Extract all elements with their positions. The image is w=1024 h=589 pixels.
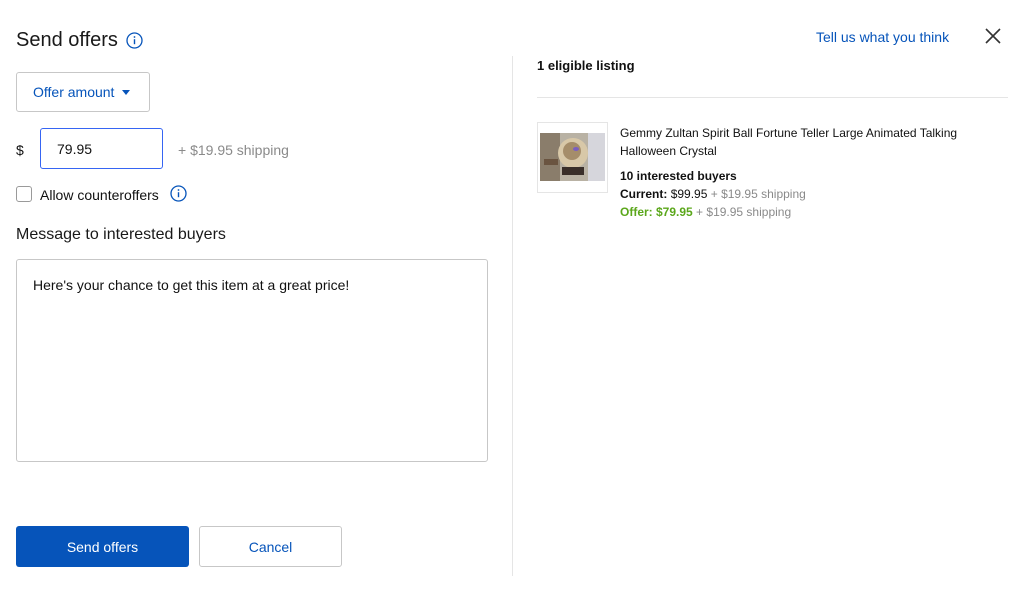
- offer-amount-input[interactable]: [40, 128, 163, 169]
- dialog-title-text: Send offers: [16, 29, 118, 51]
- send-offers-button[interactable]: Send offers: [16, 526, 189, 567]
- listing-title[interactable]: Gemmy Zultan Spirit Ball Fortune Teller …: [620, 124, 990, 160]
- offer-price-label: Offer: $79.95: [620, 205, 693, 219]
- listing-image: [538, 123, 607, 192]
- interested-buyers: 10 interested buyers: [620, 169, 737, 183]
- feedback-link[interactable]: Tell us what you think: [816, 29, 949, 45]
- offer-shipping: + $19.95 shipping: [696, 205, 792, 219]
- allow-counteroffers-checkbox[interactable]: [16, 186, 32, 202]
- counteroffers-info-icon[interactable]: [170, 185, 187, 202]
- info-icon[interactable]: [126, 32, 143, 49]
- close-button[interactable]: [983, 26, 1003, 46]
- allow-counteroffers-label[interactable]: Allow counteroffers: [40, 187, 159, 203]
- message-heading: Message to interested buyers: [16, 226, 226, 243]
- caret-down-icon: [122, 89, 131, 95]
- offer-type-label: Offer amount: [33, 84, 115, 100]
- current-price-value: $99.95: [670, 187, 708, 201]
- eligible-listings-heading: 1 eligible listing: [537, 58, 635, 73]
- dialog-title: Send offers: [16, 29, 143, 52]
- offer-price-line: Offer: $79.95 + $19.95 shipping: [620, 205, 791, 219]
- current-price-label: Current:: [620, 187, 668, 201]
- current-price-line: Current: $99.95 + $19.95 shipping: [620, 187, 806, 201]
- listings-divider: [537, 97, 1008, 98]
- close-icon: [985, 28, 1001, 44]
- current-shipping: + $19.95 shipping: [710, 187, 806, 201]
- currency-symbol: $: [16, 142, 24, 158]
- cancel-button[interactable]: Cancel: [199, 526, 342, 567]
- listing-thumbnail[interactable]: [537, 122, 608, 193]
- message-textarea[interactable]: Here's your chance to get this item at a…: [16, 259, 488, 462]
- shipping-note: + $19.95 shipping: [178, 142, 289, 158]
- panel-divider: [512, 56, 513, 576]
- offer-type-dropdown[interactable]: Offer amount: [16, 72, 150, 112]
